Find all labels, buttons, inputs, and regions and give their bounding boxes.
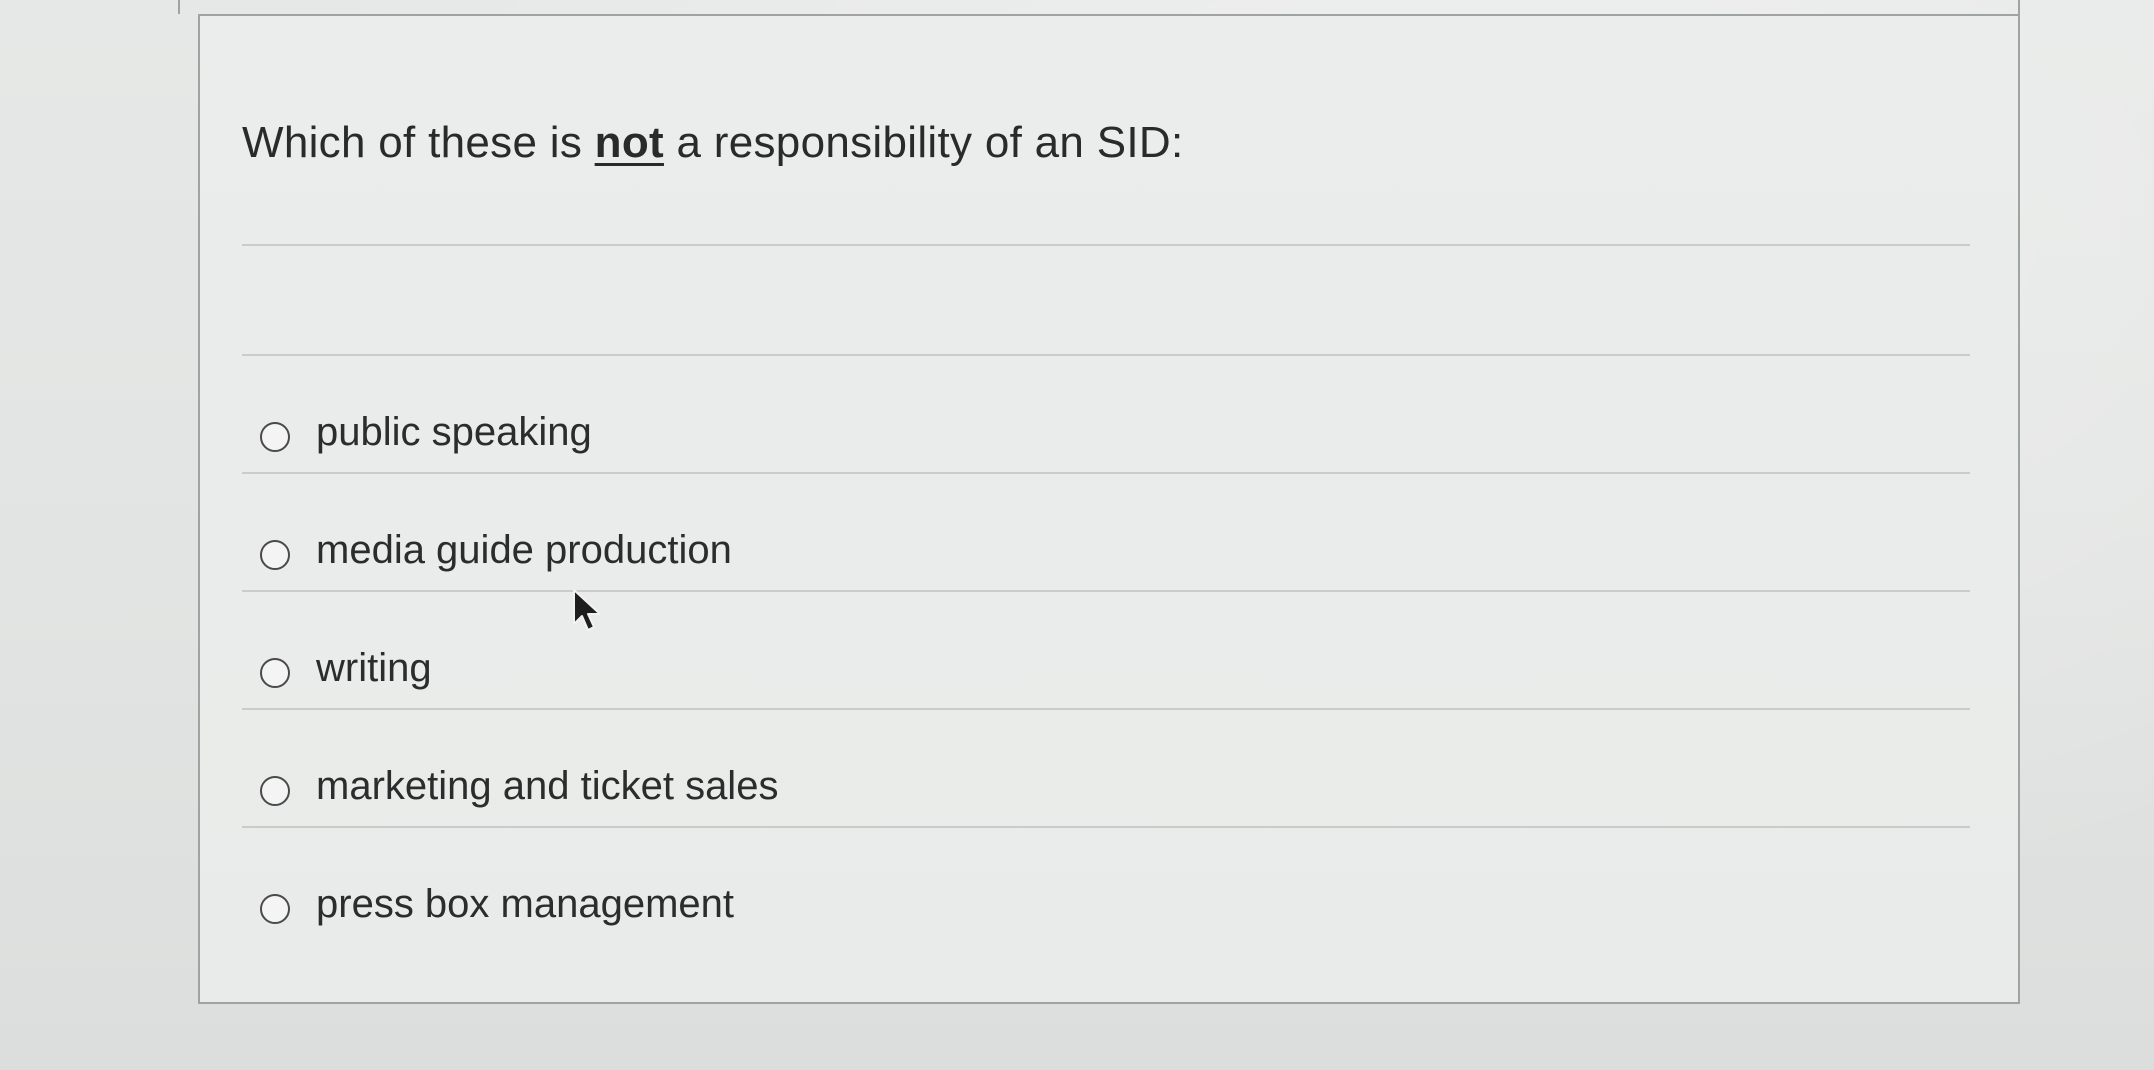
answer-area (242, 244, 1970, 356)
option-press-box-management[interactable]: press box management (242, 828, 1970, 946)
option-writing[interactable]: writing (242, 592, 1970, 710)
option-marketing-and-ticket-sales[interactable]: marketing and ticket sales (242, 710, 1970, 828)
radio-unchecked-icon[interactable] (260, 658, 290, 688)
option-label[interactable]: press box management (316, 882, 734, 927)
prompt-text-before: Which of these is (242, 118, 595, 167)
prompt-text-after: a responsibility of an SID: (663, 118, 1184, 167)
radio-unchecked-icon[interactable] (260, 894, 290, 924)
prompt-emphasis: not (594, 118, 664, 167)
mouse-cursor-icon (573, 589, 601, 631)
card-top-edge (178, 0, 2020, 14)
option-media-guide-production[interactable]: media guide production (242, 474, 1970, 592)
option-label[interactable]: writing (316, 646, 432, 691)
option-label[interactable]: marketing and ticket sales (316, 764, 778, 809)
option-label[interactable]: public speaking (316, 410, 592, 455)
option-label[interactable]: media guide production (316, 528, 732, 573)
options-list: public speaking media guide production w… (242, 356, 1970, 946)
question-card: Which of these is not a responsibility o… (198, 14, 2020, 1004)
option-public-speaking[interactable]: public speaking (242, 356, 1970, 474)
question-prompt: Which of these is not a responsibility o… (242, 118, 1184, 168)
radio-unchecked-icon[interactable] (260, 776, 290, 806)
radio-unchecked-icon[interactable] (260, 422, 290, 452)
radio-unchecked-icon[interactable] (260, 540, 290, 570)
